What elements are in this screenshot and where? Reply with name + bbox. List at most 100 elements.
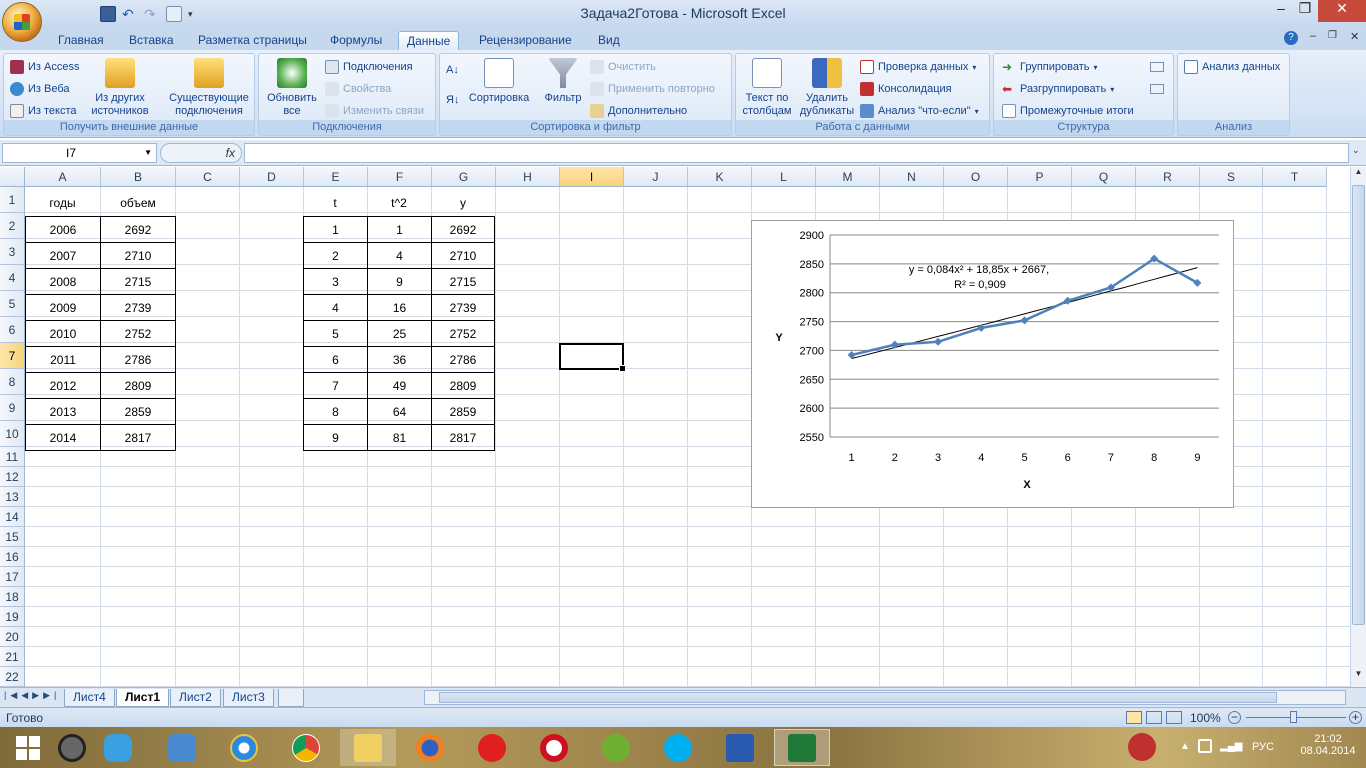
ungroup-button[interactable]: ⬅ Разгруппировать ▾ (1002, 82, 1114, 96)
column-header-i[interactable]: I (560, 167, 624, 187)
taskbar-app-active[interactable] (774, 729, 830, 766)
table-cell[interactable]: 49 (368, 373, 432, 399)
tab-data[interactable]: Данные (398, 31, 460, 50)
page-break-view-icon[interactable] (1166, 711, 1182, 724)
tab-insert[interactable]: Вставка (121, 31, 182, 50)
vertical-scrollbar[interactable]: ▲ ▼ (1350, 167, 1366, 687)
column-header-g[interactable]: G (432, 167, 496, 187)
row-header-15[interactable]: 15 (0, 527, 25, 547)
table-cell[interactable]: 5 (304, 321, 368, 347)
tab-home[interactable]: Главная (50, 31, 112, 50)
table-cell[interactable]: 2739 (101, 295, 176, 321)
row-header-19[interactable]: 19 (0, 607, 25, 627)
taskbar-app[interactable] (650, 729, 706, 766)
taskbar-app[interactable] (464, 729, 520, 766)
column-header-o[interactable]: O (944, 167, 1008, 187)
show-detail-icon[interactable] (1150, 62, 1164, 72)
sort-az-icon[interactable]: A↓ (446, 64, 459, 76)
language-indicator[interactable]: РУС (1252, 741, 1274, 753)
customize-qat-icon[interactable]: ▾ (188, 9, 193, 20)
active-cell[interactable] (559, 343, 626, 372)
expand-formula-icon[interactable]: ⌄ (1352, 145, 1360, 156)
clock[interactable]: 21:02 08.04.2014 (1293, 733, 1363, 757)
taskbar-app[interactable] (278, 729, 334, 766)
from-text-button[interactable]: Из текста (10, 104, 77, 118)
help-icon[interactable]: ? (1284, 31, 1298, 45)
row-header-11[interactable]: 11 (0, 447, 25, 467)
sort-button[interactable]: Сортировка (464, 58, 534, 105)
row-header-14[interactable]: 14 (0, 507, 25, 527)
column-header-p[interactable]: P (1008, 167, 1072, 187)
what-if-button[interactable]: Анализ "что-если" ▾ (860, 104, 979, 118)
from-access-button[interactable]: Из Access (10, 60, 79, 74)
data-analysis-button[interactable]: Анализ данных (1184, 60, 1280, 74)
column-header-h[interactable]: H (496, 167, 560, 187)
print-preview-icon[interactable] (166, 6, 182, 22)
column-header-t[interactable]: T (1263, 167, 1327, 187)
table-cell[interactable]: 16 (368, 295, 432, 321)
table-cell[interactable]: 2710 (432, 243, 495, 269)
table-cell[interactable]: 2010 (26, 321, 101, 347)
table-cell[interactable]: 2014 (26, 425, 101, 451)
table-cell[interactable]: 2692 (432, 217, 495, 243)
tab-formulas[interactable]: Формулы (322, 31, 390, 50)
column-header-r[interactable]: R (1136, 167, 1200, 187)
sheet-nav-icons[interactable]: |◀◀▶▶| (4, 690, 60, 701)
table-cell[interactable]: 2859 (432, 399, 495, 425)
text-to-columns-button[interactable]: Текст по столбцам (738, 58, 796, 118)
column-header-q[interactable]: Q (1072, 167, 1136, 187)
table-cell[interactable]: 64 (368, 399, 432, 425)
table-cell[interactable]: 8 (304, 399, 368, 425)
advanced-filter-button[interactable]: Дополнительно (590, 104, 687, 118)
refresh-all-button[interactable]: Обновить все (262, 58, 322, 118)
table-cell[interactable]: 2013 (26, 399, 101, 425)
horizontal-scrollbar[interactable] (424, 690, 1346, 705)
table-cell[interactable]: 2006 (26, 217, 101, 243)
table-cell[interactable]: 7 (304, 373, 368, 399)
tray-arrow-icon[interactable]: ▲ (1180, 741, 1190, 752)
insert-function-button[interactable]: fx (160, 143, 242, 163)
column-header-j[interactable]: J (624, 167, 688, 187)
column-header-a[interactable]: A (25, 167, 101, 187)
row-header-22[interactable]: 22 (0, 667, 25, 687)
taskbar-app[interactable] (588, 729, 644, 766)
cell-header[interactable]: t (303, 190, 367, 216)
table-cell[interactable]: 2809 (432, 373, 495, 399)
tab-view[interactable]: Вид (590, 31, 628, 50)
row-header-13[interactable]: 13 (0, 487, 25, 507)
row-header-9[interactable]: 9 (0, 395, 25, 421)
column-header-n[interactable]: N (880, 167, 944, 187)
tab-review[interactable]: Рецензирование (471, 31, 580, 50)
row-header-12[interactable]: 12 (0, 467, 25, 487)
column-header-k[interactable]: K (688, 167, 752, 187)
zoom-in-icon[interactable]: + (1349, 711, 1362, 724)
sheet-tab[interactable]: Лист4 (64, 689, 115, 707)
taskbar-app[interactable] (90, 729, 146, 766)
table-cell[interactable]: 2007 (26, 243, 101, 269)
row-header-18[interactable]: 18 (0, 587, 25, 607)
sheet-tab-active[interactable]: Лист1 (116, 689, 170, 707)
table-cell[interactable]: 81 (368, 425, 432, 451)
zoom-out-icon[interactable]: − (1228, 711, 1241, 724)
row-header-21[interactable]: 21 (0, 647, 25, 667)
new-sheet-icon[interactable] (278, 689, 304, 707)
table-cell[interactable]: 36 (368, 347, 432, 373)
save-icon[interactable] (100, 6, 116, 22)
data-validation-button[interactable]: Проверка данных ▾ (860, 60, 976, 74)
column-header-m[interactable]: M (816, 167, 880, 187)
filter-button[interactable]: Фильтр (540, 58, 586, 105)
doc-close-button[interactable]: ✕ (1350, 30, 1359, 43)
zoom-level[interactable]: 100% (1190, 711, 1221, 725)
from-other-sources-button[interactable]: Из других источников (84, 58, 156, 118)
table-cell[interactable]: 25 (368, 321, 432, 347)
from-web-button[interactable]: Из Веба (10, 82, 70, 96)
taskbar-app[interactable] (712, 729, 768, 766)
table-cell[interactable]: 6 (304, 347, 368, 373)
table-cell[interactable]: 2809 (101, 373, 176, 399)
sort-za-icon[interactable]: Я↓ (446, 94, 459, 106)
consolidate-button[interactable]: Консолидация (860, 82, 952, 96)
name-box[interactable]: I7 ▼ (2, 143, 157, 163)
tab-page-layout[interactable]: Разметка страницы (190, 31, 315, 50)
table-cell[interactable]: 2859 (101, 399, 176, 425)
row-header-3[interactable]: 3 (0, 239, 25, 265)
